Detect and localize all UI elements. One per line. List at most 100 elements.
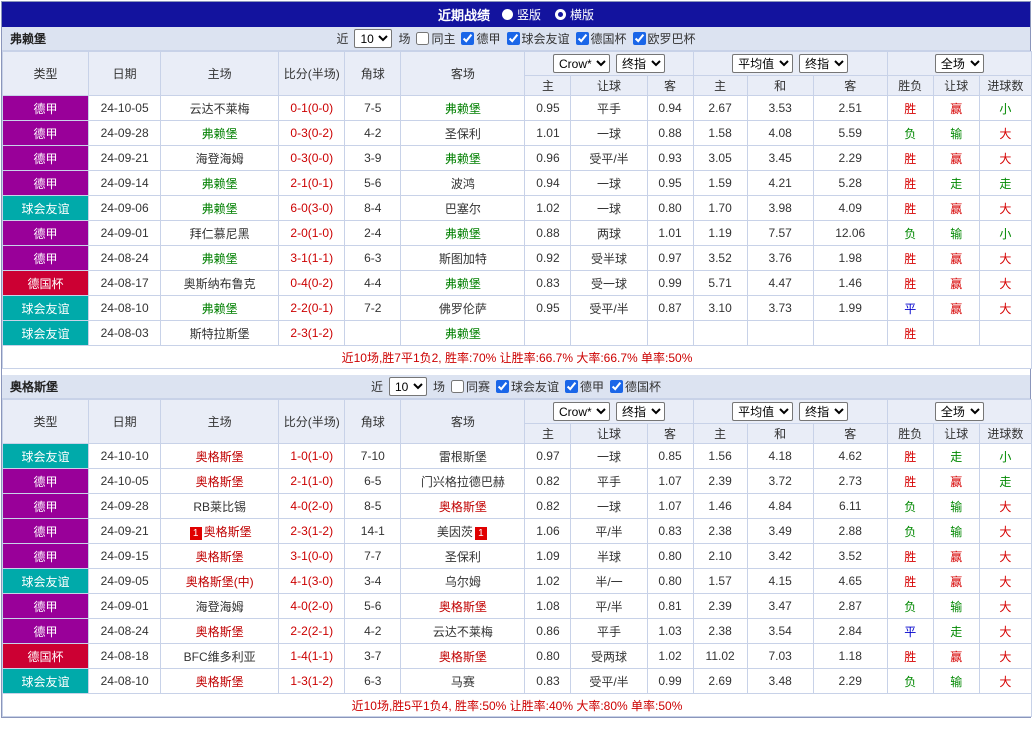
team-name: 波鸿 bbox=[450, 176, 475, 191]
europe-company-select[interactable]: 平均值 bbox=[732, 402, 794, 421]
cell-home-team: 斯特拉斯堡 bbox=[160, 320, 280, 346]
cell-date: 24-09-15 bbox=[88, 543, 162, 569]
odds-stage-select[interactable]: 终指 bbox=[616, 54, 665, 73]
team-name: 圣保利 bbox=[444, 126, 481, 141]
europe-company-select[interactable]: 平均值 bbox=[732, 54, 794, 73]
cell-odds-away: 0.88 bbox=[646, 120, 694, 146]
league-filter[interactable]: 欧罗巴杯 bbox=[632, 30, 696, 47]
cell-home-team: 1 奥格斯堡 bbox=[160, 518, 280, 544]
cell-league-type: 德甲 bbox=[1, 245, 90, 271]
europe-odds-group: 平均值 终指 bbox=[692, 399, 888, 424]
cell-odds-handicap: 半球 bbox=[570, 543, 648, 569]
europe-odds-group: 平均值 终指 bbox=[692, 51, 888, 76]
cell-date: 24-08-24 bbox=[88, 245, 162, 271]
cell-odds-home: 0.94 bbox=[524, 170, 572, 196]
cell-score: 2-2(2-1) bbox=[278, 618, 346, 644]
cell-result-handicap: 赢 bbox=[932, 643, 980, 669]
team-name: 奥格斯堡 bbox=[195, 449, 244, 464]
team-name-heading: 弗赖堡 bbox=[10, 32, 47, 46]
cell-away-team: 弗赖堡 bbox=[400, 145, 526, 171]
cell-europe-away bbox=[812, 320, 888, 346]
vertical-layout-radio[interactable]: 竖版 bbox=[501, 6, 541, 23]
cell-result-winlose: 胜 bbox=[886, 170, 934, 196]
league-filter-checkbox[interactable] bbox=[496, 380, 509, 393]
cell-odds-home: 0.83 bbox=[524, 270, 572, 296]
horizontal-layout-radio[interactable]: 横版 bbox=[555, 6, 594, 23]
odds-stage-select[interactable]: 终指 bbox=[616, 402, 665, 421]
europe-stage-select[interactable]: 终指 bbox=[799, 402, 849, 421]
cell-corner: 4-2 bbox=[344, 120, 402, 146]
recent-count-select[interactable]: 10 bbox=[388, 377, 427, 396]
cell-odds-handicap: 一球 bbox=[570, 493, 648, 519]
match-row: 球会友谊 24-09-06 弗赖堡 6-0(3-0) 8-4 巴塞尔 1.02 一球 0.80 1… bbox=[1, 195, 1032, 221]
scope-select[interactable]: 全场 bbox=[934, 54, 984, 73]
cell-date: 24-09-01 bbox=[88, 593, 162, 619]
col-odds-home: 主 bbox=[524, 75, 572, 96]
cell-corner: 14-1 bbox=[344, 518, 402, 544]
col-score: 比分(半场) bbox=[278, 51, 346, 96]
cell-odds-away: 0.80 bbox=[646, 568, 694, 594]
scope-select[interactable]: 全场 bbox=[934, 402, 984, 421]
same-filter[interactable]: 同主 bbox=[416, 30, 455, 47]
cell-result-goals: 走 bbox=[978, 170, 1032, 196]
league-filter[interactable]: 德国杯 bbox=[610, 378, 661, 395]
cell-result-goals: 小 bbox=[978, 220, 1032, 246]
cell-europe-draw: 3.72 bbox=[746, 468, 814, 494]
radio-selected-icon[interactable] bbox=[555, 9, 566, 20]
cell-date: 24-08-24 bbox=[88, 618, 162, 644]
radio-icon[interactable] bbox=[501, 9, 513, 20]
team-name: 弗赖堡 bbox=[201, 176, 238, 191]
cell-corner: 7-2 bbox=[344, 295, 402, 321]
col-res-goals: 进球数 bbox=[978, 75, 1032, 96]
odds-company-select[interactable]: Crow* bbox=[553, 54, 610, 73]
league-filter-label: 欧罗巴杯 bbox=[647, 32, 696, 46]
page-title: 近期战绩 bbox=[437, 8, 490, 23]
cell-league-type: 球会友谊 bbox=[1, 668, 90, 694]
cell-odds-away: 0.80 bbox=[646, 543, 694, 569]
cell-odds-handicap: 一球 bbox=[570, 120, 648, 146]
team-name: 奥格斯堡 bbox=[438, 649, 487, 664]
league-filter[interactable]: 德甲 bbox=[461, 30, 501, 47]
league-filter[interactable]: 德国杯 bbox=[575, 30, 627, 47]
league-filter-checkbox[interactable] bbox=[461, 32, 475, 45]
recent-label: 近 bbox=[370, 380, 383, 394]
match-row: 球会友谊 24-09-05 奥格斯堡(中) 4-1(3-0) 3-4 乌尔姆 1.02 半/一… bbox=[1, 568, 1032, 594]
cell-europe-away: 5.59 bbox=[812, 120, 888, 146]
cell-result-goals: 大 bbox=[978, 295, 1032, 321]
league-filter[interactable]: 德甲 bbox=[565, 378, 604, 395]
col-eu-draw: 和 bbox=[746, 423, 814, 444]
odds-company-select[interactable]: Crow* bbox=[553, 402, 610, 421]
asian-odds-group: Crow* 终指 bbox=[524, 51, 694, 76]
team-name: 弗赖堡 bbox=[201, 251, 238, 266]
league-filter[interactable]: 球会友谊 bbox=[496, 378, 559, 395]
league-filter-checkbox[interactable] bbox=[575, 32, 589, 45]
recent-count-select[interactable]: 10 bbox=[354, 29, 393, 48]
cell-away-team: 弗赖堡 bbox=[400, 95, 526, 121]
col-odds-away: 客 bbox=[646, 75, 694, 96]
league-filter-checkbox[interactable] bbox=[565, 380, 579, 393]
league-filter-checkbox[interactable] bbox=[632, 32, 646, 45]
cell-odds-home: 0.80 bbox=[524, 643, 572, 669]
cell-odds-handicap: 受平/半 bbox=[570, 145, 648, 171]
vertical-layout-label: 竖版 bbox=[516, 8, 541, 22]
league-filter-checkbox[interactable] bbox=[506, 32, 520, 45]
cell-result-winlose: 负 bbox=[886, 668, 934, 694]
same-filter[interactable]: 同赛 bbox=[450, 378, 490, 395]
cell-result-goals: 大 bbox=[978, 195, 1032, 221]
cell-league-type: 德甲 bbox=[1, 468, 90, 494]
cell-europe-draw: 3.48 bbox=[746, 668, 814, 694]
league-filter[interactable]: 球会友谊 bbox=[506, 30, 570, 47]
cell-home-team: BFC维多利亚 bbox=[160, 643, 280, 669]
same-filter-checkbox[interactable] bbox=[416, 32, 430, 45]
europe-stage-select[interactable]: 终指 bbox=[799, 54, 849, 73]
same-filter-checkbox[interactable] bbox=[450, 380, 464, 393]
cell-league-type: 球会友谊 bbox=[1, 320, 90, 346]
cell-europe-draw: 4.21 bbox=[746, 170, 814, 196]
cell-odds-away: 0.95 bbox=[646, 170, 694, 196]
cell-corner: 4-4 bbox=[344, 270, 402, 296]
cell-home-team: RB莱比锡 bbox=[160, 493, 280, 519]
league-filter-checkbox[interactable] bbox=[610, 380, 624, 393]
cell-europe-away: 4.09 bbox=[812, 195, 888, 221]
cell-odds-away: 0.87 bbox=[646, 295, 694, 321]
cell-home-team: 弗赖堡 bbox=[160, 295, 280, 321]
